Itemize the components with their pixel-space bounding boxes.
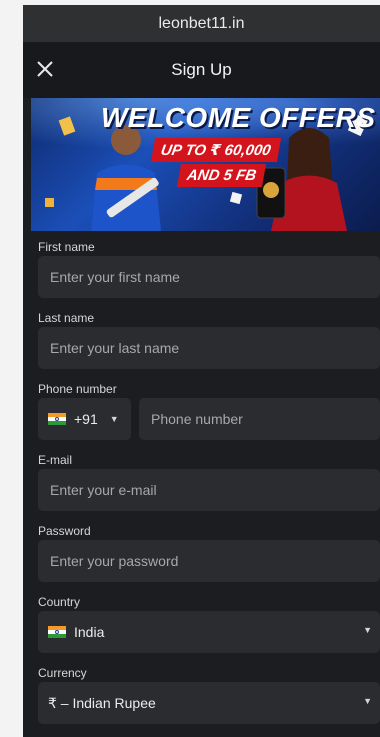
password-placeholder: Enter your password: [50, 553, 179, 569]
signup-header: Sign Up: [23, 42, 380, 98]
india-flag-icon: [48, 626, 66, 638]
phone-label: Phone number: [38, 382, 117, 396]
phone-row: +91 ▼ Phone number: [38, 398, 380, 440]
country-group: Country India ▼: [23, 593, 380, 653]
last-name-placeholder: Enter your last name: [50, 340, 180, 356]
banner-offer-freebets: AND 5 FB: [176, 164, 267, 187]
browser-url-bar[interactable]: leonbet11.in: [23, 5, 380, 42]
url-text: leonbet11.in: [158, 14, 245, 32]
password-label: Password: [38, 524, 91, 538]
currency-select[interactable]: ₹ – Indian Rupee ▼: [38, 682, 380, 724]
currency-value: ₹ – Indian Rupee: [48, 694, 156, 711]
email-input[interactable]: Enter your e-mail: [38, 469, 380, 511]
phone-number-input[interactable]: Phone number: [139, 398, 380, 440]
email-group: E-mail Enter your e-mail: [23, 451, 380, 511]
country-code: +91: [74, 411, 98, 427]
password-input[interactable]: Enter your password: [38, 540, 380, 582]
chevron-down-icon: ▼: [363, 696, 372, 706]
first-name-placeholder: Enter your first name: [50, 269, 180, 285]
welcome-offers-banner[interactable]: WELCOME OFFERS UP TO ₹ 60,000 AND 5 FB: [31, 98, 380, 231]
signup-form: First name Enter your first name Last na…: [23, 231, 380, 735]
banner-offer-amount: UP TO ₹ 60,000: [150, 138, 281, 162]
last-name-label: Last name: [38, 311, 95, 325]
first-name-group: First name Enter your first name: [23, 238, 380, 298]
password-group: Password Enter your password: [23, 522, 380, 582]
first-name-label: First name: [38, 240, 95, 254]
banner-headline: WELCOME OFFERS: [101, 102, 376, 133]
currency-label: Currency: [38, 666, 87, 680]
country-select[interactable]: India ▼: [38, 611, 380, 653]
close-icon[interactable]: [35, 59, 55, 79]
country-value: India: [74, 624, 105, 640]
country-code-select[interactable]: +91 ▼: [38, 398, 131, 440]
currency-group: Currency ₹ – Indian Rupee ▼: [23, 664, 380, 724]
email-label: E-mail: [38, 453, 73, 467]
last-name-group: Last name Enter your last name: [23, 309, 380, 369]
phone-group: Phone number +91 ▼ Phone number: [23, 380, 380, 440]
chevron-down-icon: ▼: [363, 625, 372, 635]
app-screen: leonbet11.in Sign Up WELCOME OFFERS UP T…: [23, 5, 380, 737]
email-placeholder: Enter your e-mail: [50, 482, 157, 498]
first-name-input[interactable]: Enter your first name: [38, 256, 380, 298]
page-title: Sign Up: [171, 60, 232, 79]
phone-placeholder: Phone number: [151, 411, 243, 427]
india-flag-icon: [48, 413, 66, 425]
chevron-down-icon: ▼: [109, 414, 119, 424]
last-name-input[interactable]: Enter your last name: [38, 327, 380, 369]
country-label: Country: [38, 595, 81, 609]
